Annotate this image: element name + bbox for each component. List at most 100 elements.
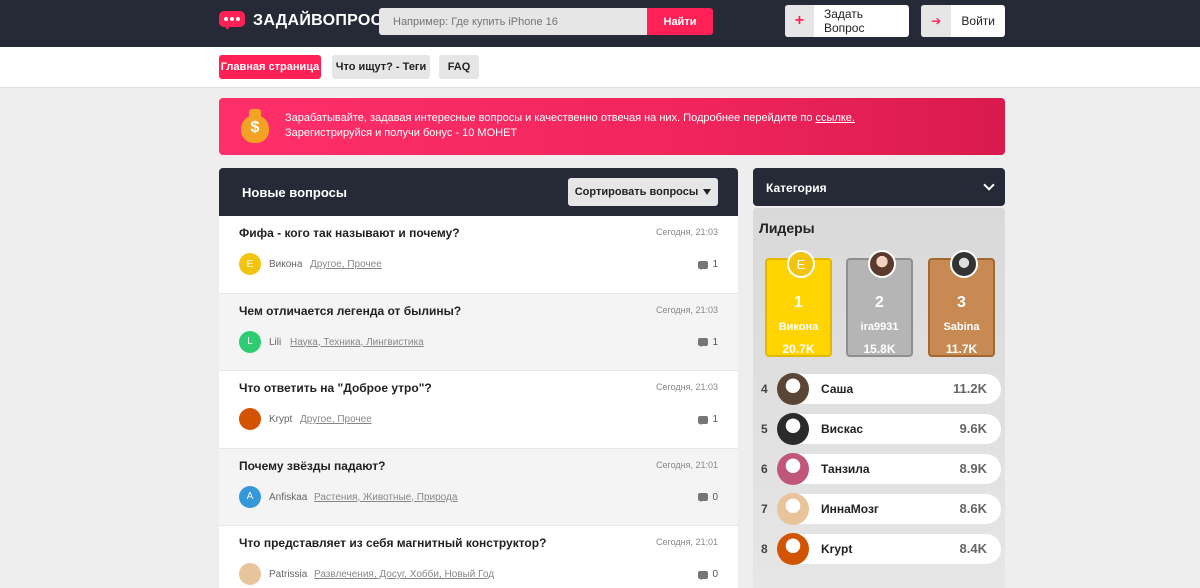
question-item[interactable]: Что ответить на "Доброе утро"? Сегодня, 2… xyxy=(219,371,738,449)
plus-icon: + xyxy=(785,5,814,37)
sort-label: Сортировать вопросы xyxy=(574,186,699,198)
leader-row[interactable]: 7 ИннаМозг 8.6K xyxy=(757,493,1001,525)
podium-score: 15.8K xyxy=(863,342,896,356)
answer-count: 1 xyxy=(698,337,718,348)
leaders-panel: Лидеры E 1 Викона 20.7K 2 ira9931 15.8K … xyxy=(753,208,1005,588)
question-title[interactable]: Чем отличается легенда от былины? xyxy=(239,304,461,318)
leader-name: ИннаМозг xyxy=(821,502,879,516)
comment-icon xyxy=(698,570,709,580)
question-item[interactable]: Фифа - кого так называют и почему? Сегодн… xyxy=(219,216,738,294)
ask-question-button[interactable]: + Задать Вопрос xyxy=(785,5,909,37)
sort-questions-button[interactable]: Сортировать вопросы xyxy=(568,178,718,206)
question-tags[interactable]: Другое, Прочее xyxy=(300,414,372,425)
banner-line-2: Зарегистрируйся и получи бонус - 10 МОНЕ… xyxy=(285,127,518,139)
answer-count: 1 xyxy=(698,259,718,270)
podium-name: Викона xyxy=(778,321,819,333)
answer-count: 1 xyxy=(698,414,718,425)
avatar xyxy=(777,533,809,565)
podium-second[interactable]: 2 ira9931 15.8K xyxy=(846,250,913,357)
question-title[interactable]: Почему звёзды падают? xyxy=(239,459,385,473)
leaders-title: Лидеры xyxy=(759,220,815,236)
filter-icon xyxy=(703,189,712,195)
question-item[interactable]: Почему звёзды падают? Сегодня, 21:01 A Anfi… xyxy=(219,448,738,526)
category-title: Категория xyxy=(766,181,827,195)
site-logo[interactable]: ЗАДАЙВОПРОС xyxy=(219,10,383,32)
tab-home[interactable]: Главная страница xyxy=(219,55,321,79)
avatar xyxy=(868,250,896,278)
question-tags[interactable]: Растения, Животные, Природа xyxy=(314,492,457,503)
leader-score: 8.4K xyxy=(959,541,987,556)
leader-score: 8.9K xyxy=(959,461,987,476)
leader-score: 9.6K xyxy=(959,421,987,436)
question-time: Сегодня, 21:01 xyxy=(655,459,718,470)
question-author[interactable]: Patrissia xyxy=(269,569,307,580)
avatar[interactable]: A xyxy=(239,485,261,508)
money-bag-icon: $ xyxy=(241,109,269,143)
questions-header: Новые вопросы Сортировать вопросы xyxy=(219,168,738,216)
question-author[interactable]: Викона xyxy=(269,259,302,270)
question-title[interactable]: Фифа - кого так называют и почему? xyxy=(239,226,460,240)
answer-count-value: 0 xyxy=(712,569,718,580)
podium-score: 20.7K xyxy=(782,342,815,356)
podium-score: 11.7K xyxy=(945,342,978,356)
avatar xyxy=(777,413,809,445)
leader-row[interactable]: 5 Вискас 9.6K xyxy=(757,413,1001,445)
comment-icon xyxy=(698,260,709,270)
question-time: Сегодня, 21:01 xyxy=(655,537,718,547)
podium-name: ira9931 xyxy=(860,321,899,333)
avatar[interactable]: L xyxy=(239,330,261,353)
leader-row[interactable]: 8 Krypt 8.4K xyxy=(757,533,1001,565)
answer-count-value: 0 xyxy=(712,491,718,503)
leader-rank: 5 xyxy=(761,422,768,436)
leader-rank: 7 xyxy=(761,502,768,516)
leader-rank: 6 xyxy=(761,462,768,476)
question-author[interactable]: Anfiskaa xyxy=(269,492,307,503)
avatar[interactable]: E xyxy=(239,253,261,275)
tab-faq[interactable]: FAQ xyxy=(439,55,479,79)
banner-line-1: Зарабатывайте, задавая интересные вопрос… xyxy=(285,112,816,124)
question-author[interactable]: Lili xyxy=(269,337,281,348)
avatar: E xyxy=(787,250,815,278)
chevron-down-icon xyxy=(983,179,995,191)
question-tags[interactable]: Наука, Техника, Лингвистика xyxy=(290,337,424,348)
podium-third[interactable]: 3 Sabina 11.7K xyxy=(928,250,995,357)
avatar xyxy=(777,493,809,525)
question-item[interactable]: Чем отличается легенда от былины? Сегодня… xyxy=(219,293,738,371)
answer-count-value: 1 xyxy=(712,336,718,348)
question-author[interactable]: Krypt xyxy=(269,414,292,425)
login-label: Войти xyxy=(961,14,995,28)
question-title[interactable]: Что ответить на "Доброе утро"? xyxy=(239,381,432,395)
podium-rank: 3 xyxy=(957,294,966,311)
leader-score: 8.6K xyxy=(959,501,987,516)
questions-panel: Новые вопросы Сортировать вопросы Фифа -… xyxy=(219,168,738,588)
login-button[interactable]: ➔ Войти xyxy=(921,5,1005,37)
leader-name: Krypt xyxy=(821,542,853,556)
promo-banner: $ Зарабатывайте, задавая интересные вопр… xyxy=(219,98,1005,155)
question-time: Сегодня, 21:03 xyxy=(655,304,718,315)
comment-icon xyxy=(698,338,709,347)
answer-count: 0 xyxy=(698,569,718,580)
leader-name: Танзила xyxy=(821,462,870,476)
leader-row[interactable]: 6 Танзила 8.9K xyxy=(757,453,1001,485)
question-time: Сегодня, 21:03 xyxy=(655,382,718,392)
banner-link[interactable]: ссылке. xyxy=(816,112,855,124)
leader-rank: 8 xyxy=(761,542,768,556)
podium-name: Sabina xyxy=(943,321,980,333)
nav-bar: Главная страница Что ищут? - Теги FAQ xyxy=(0,47,1200,88)
podium-rank: 1 xyxy=(794,294,803,311)
question-tags[interactable]: Развлечения, Досуг, Хобби, Новый Год xyxy=(314,569,494,580)
search-input[interactable] xyxy=(379,8,647,35)
ask-question-label: Задать Вопрос xyxy=(823,7,865,35)
question-tags[interactable]: Другое, Прочее xyxy=(310,259,382,270)
leader-name: Саша xyxy=(821,382,854,396)
search-button[interactable]: Найти xyxy=(647,8,713,35)
podium-first[interactable]: E 1 Викона 20.7K xyxy=(765,250,832,357)
category-dropdown[interactable]: Категория xyxy=(753,168,1005,206)
question-title[interactable]: Что представляет из себя магнитный конст… xyxy=(239,536,546,550)
avatar[interactable] xyxy=(239,563,261,585)
leader-row[interactable]: 4 Саша 11.2K xyxy=(757,373,1001,405)
chat-bubble-icon xyxy=(219,11,245,31)
avatar[interactable] xyxy=(239,408,261,430)
tab-tags[interactable]: Что ищут? - Теги xyxy=(332,55,430,79)
leader-rank: 4 xyxy=(761,382,768,396)
